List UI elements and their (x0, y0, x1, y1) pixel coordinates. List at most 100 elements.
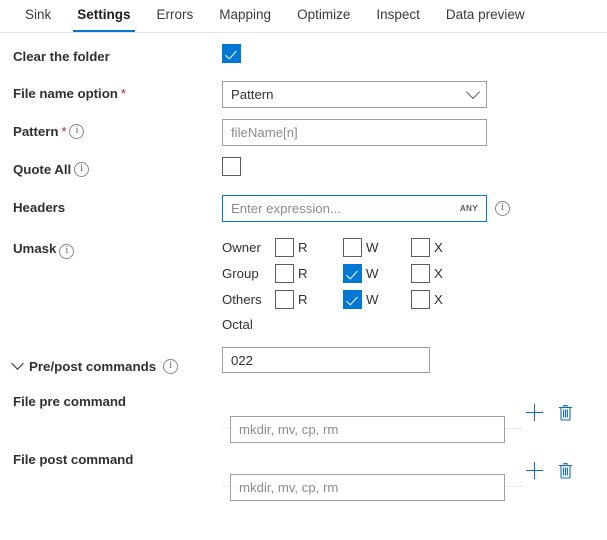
label-file-name-option-text: File name option (13, 86, 118, 101)
info-icon[interactable] (69, 124, 84, 139)
label-headers-text: Headers (13, 200, 65, 215)
input-file-pre-command-placeholder: mkdir, mv, cp, rm (239, 422, 338, 437)
row-headers: Headers Enter expression... ANY (0, 195, 607, 233)
add-icon[interactable] (526, 404, 543, 421)
tab-inspect[interactable]: Inspect (363, 0, 433, 32)
label-file-pre-command-text: File pre command (13, 394, 126, 409)
required-asterisk: * (61, 124, 66, 139)
tab-bar: Sink Settings Errors Mapping Optimize In… (0, 0, 607, 33)
permission-letter: X (434, 292, 443, 307)
label-clear-the-folder: Clear the folder (0, 44, 222, 64)
label-umask: Umask (0, 237, 222, 259)
umask-cell-owner-read: R (275, 238, 343, 257)
checkbox-owner-write[interactable] (343, 238, 362, 257)
section-prepost-commands-label: Pre/post commands (29, 359, 156, 374)
permission-letter: X (434, 240, 443, 255)
umask-cell-owner-execute: X (411, 238, 479, 257)
row-file-post-command: File post command mkdir, mv, cp, rm (0, 450, 607, 508)
row-file-pre-command: File pre command mkdir, mv, cp, rm (0, 392, 607, 450)
umask-cell-group-read: R (275, 264, 343, 283)
label-headers: Headers (0, 195, 222, 215)
info-icon[interactable] (495, 201, 510, 216)
tab-settings[interactable]: Settings (64, 0, 143, 32)
checkbox-group-read[interactable] (275, 264, 294, 283)
settings-form: Clear the folder File name option * Patt… (0, 33, 607, 508)
tab-mapping[interactable]: Mapping (206, 0, 284, 32)
umask-cell-others-read: R (275, 290, 343, 309)
required-asterisk: * (121, 86, 126, 101)
row-clear-the-folder: Clear the folder (0, 44, 607, 81)
umask-row-label: Owner (222, 240, 275, 255)
umask-cell-others-execute: X (411, 290, 479, 309)
tab-errors[interactable]: Errors (144, 0, 207, 32)
label-pattern: Pattern * (0, 119, 222, 139)
section-prepost-commands[interactable]: Pre/post commands (0, 359, 222, 374)
select-file-name-option-value: Pattern (231, 87, 274, 102)
label-quote-all-text: Quote All (13, 162, 71, 177)
input-umask-octal[interactable]: 022 (222, 347, 430, 373)
add-icon[interactable] (526, 462, 543, 479)
label-quote-all: Quote All (0, 157, 222, 177)
label-file-post-command-text: File post command (13, 452, 133, 467)
delete-icon[interactable] (558, 404, 573, 421)
checkbox-others-execute[interactable] (411, 290, 430, 309)
chevron-down-icon (11, 357, 24, 370)
label-umask-text: Umask (13, 241, 56, 256)
row-octal-and-section: Pre/post commands 022 (0, 346, 607, 386)
info-icon[interactable] (74, 162, 89, 177)
input-headers-expression[interactable]: Enter expression... ANY (222, 195, 487, 222)
umask-octal-label: Octal (222, 315, 479, 332)
checkbox-group-write[interactable] (343, 264, 362, 283)
input-headers-placeholder: Enter expression... (231, 201, 341, 216)
checkbox-others-write[interactable] (343, 290, 362, 309)
input-pattern-placeholder: fileName[n] (231, 125, 298, 140)
checkbox-others-read[interactable] (275, 290, 294, 309)
permission-letter: W (366, 266, 378, 281)
chevron-down-icon (466, 84, 480, 98)
tab-optimize[interactable]: Optimize (284, 0, 363, 32)
label-clear-the-folder-text: Clear the folder (13, 49, 110, 64)
tab-data-preview[interactable]: Data preview (433, 0, 538, 32)
permission-letter: R (298, 266, 308, 281)
umask-row-label: Group (222, 266, 275, 281)
checkbox-owner-execute[interactable] (411, 238, 430, 257)
row-umask: Umask Owner R W X (0, 233, 607, 337)
delete-icon[interactable] (558, 462, 573, 479)
permission-letter: R (298, 240, 308, 255)
any-type-badge: ANY (460, 204, 478, 213)
select-file-name-option[interactable]: Pattern (222, 81, 487, 108)
umask-row-group: Group R W X (222, 263, 479, 284)
row-pattern: Pattern * fileName[n] (0, 119, 607, 157)
info-icon[interactable] (163, 359, 178, 374)
info-icon[interactable] (59, 244, 74, 259)
file-post-command-actions (526, 462, 573, 479)
permission-letter: R (298, 292, 308, 307)
label-file-name-option: File name option * (0, 81, 222, 101)
row-quote-all: Quote All (0, 157, 607, 195)
checkbox-quote-all[interactable] (222, 157, 241, 176)
input-file-post-command[interactable]: mkdir, mv, cp, rm (230, 474, 505, 501)
umask-permission-grid: Owner R W X Group (222, 237, 479, 332)
label-file-pre-command: File pre command (0, 392, 222, 409)
umask-cell-group-execute: X (411, 264, 479, 283)
file-pre-command-actions (526, 404, 573, 421)
checkbox-clear-the-folder[interactable] (222, 44, 241, 63)
label-file-post-command: File post command (0, 450, 222, 467)
permission-letter: W (366, 292, 378, 307)
input-file-post-command-placeholder: mkdir, mv, cp, rm (239, 480, 338, 495)
row-file-name-option: File name option * Pattern (0, 81, 607, 119)
input-file-pre-command[interactable]: mkdir, mv, cp, rm (230, 416, 505, 443)
umask-row-others: Others R W X (222, 289, 479, 310)
label-pattern-text: Pattern (13, 124, 58, 139)
checkbox-owner-read[interactable] (275, 238, 294, 257)
tab-sink[interactable]: Sink (12, 0, 64, 32)
umask-row-owner: Owner R W X (222, 237, 479, 258)
umask-cell-owner-write: W (343, 238, 411, 257)
checkbox-group-execute[interactable] (411, 264, 430, 283)
input-pattern[interactable]: fileName[n] (222, 119, 487, 146)
umask-cell-others-write: W (343, 290, 411, 309)
permission-letter: W (366, 240, 378, 255)
umask-row-label: Others (222, 292, 275, 307)
permission-letter: X (434, 266, 443, 281)
input-umask-octal-value: 022 (231, 353, 253, 368)
